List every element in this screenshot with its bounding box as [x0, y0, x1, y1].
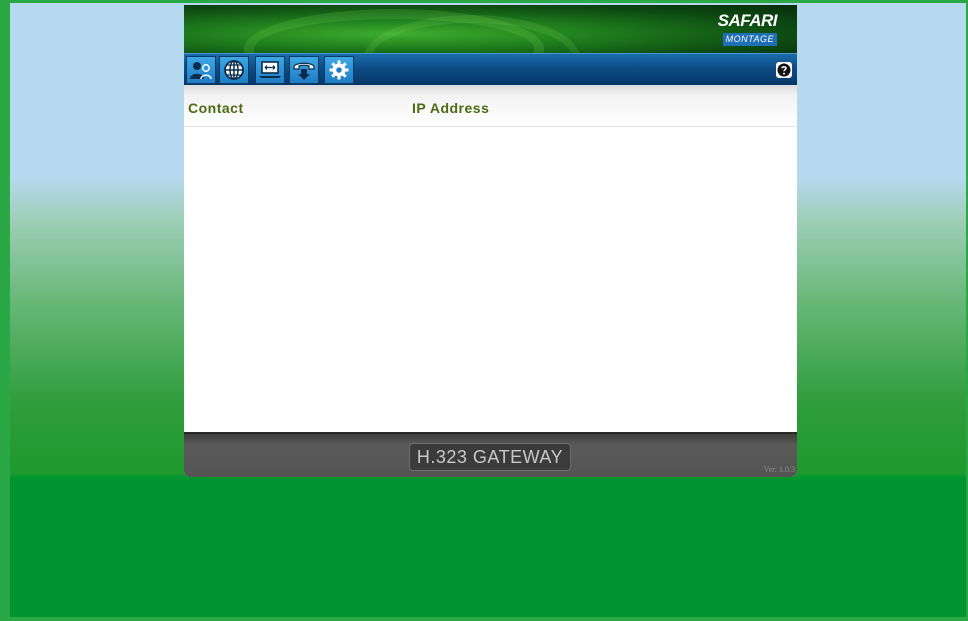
app-header: SAFARI MONTAGE [184, 5, 797, 101]
help-button[interactable] [776, 62, 792, 78]
phone-download-icon [293, 62, 315, 80]
app-panel: SAFARI MONTAGE Contact IP Address H.323 … [184, 5, 797, 477]
column-header-contact[interactable]: Contact [188, 100, 244, 116]
laptop-transfer-icon [259, 61, 281, 78]
contacts-button[interactable] [186, 56, 216, 84]
network-button[interactable] [219, 56, 249, 84]
settings-button[interactable] [324, 56, 354, 84]
column-header-row: Contact IP Address [184, 85, 797, 127]
globe-icon [224, 60, 244, 80]
logo-bottom-text: MONTAGE [722, 33, 777, 46]
connection-button[interactable] [255, 56, 285, 84]
version-text: Ver: 1.0.3 [763, 465, 795, 474]
logo-top-text: SAFARI [717, 11, 778, 30]
toolbar [184, 53, 797, 85]
gear-icon [329, 60, 349, 80]
safari-montage-logo: SAFARI MONTAGE [715, 11, 778, 47]
call-button[interactable] [289, 56, 319, 84]
product-label: H.323 GATEWAY [409, 443, 571, 471]
app-footer: H.323 GATEWAY Ver: 1.0.3 [184, 432, 797, 477]
contact-list[interactable] [184, 127, 797, 432]
column-header-ip-address[interactable]: IP Address [412, 100, 489, 116]
contacts-icon [190, 62, 212, 80]
help-icon [777, 63, 791, 77]
lower-green-band [10, 477, 966, 617]
